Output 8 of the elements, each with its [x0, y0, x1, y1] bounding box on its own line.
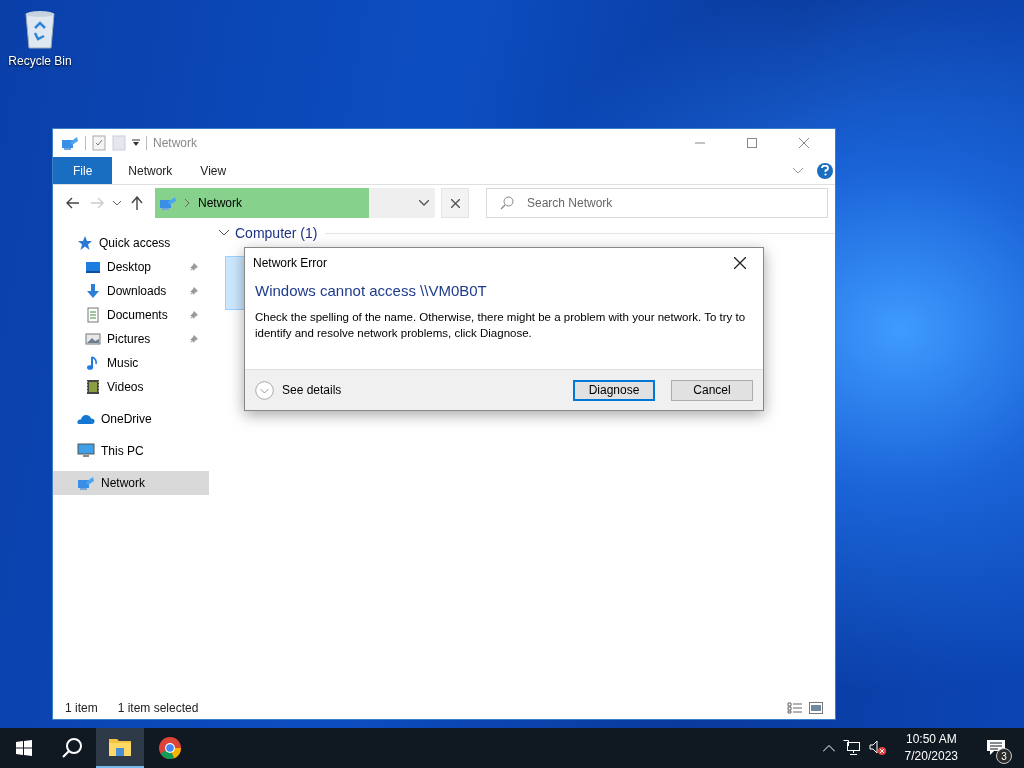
status-text: 1 item — [65, 701, 98, 715]
dialog-heading: Windows cannot access \\VM0B0T — [255, 282, 488, 299]
desktop-icon-label: Recycle Bin — [8, 54, 72, 68]
notification-count: 3 — [996, 748, 1012, 764]
dialog-title: Network Error — [253, 256, 328, 270]
window-title: Network — [153, 136, 198, 150]
dialog-message: Check the spelling of the name. Otherwise, there might be a problem with your network. To try to identify and resolve network problems, click Diagnose. — [255, 310, 747, 341]
status-text: 1 item selected — [117, 701, 199, 715]
